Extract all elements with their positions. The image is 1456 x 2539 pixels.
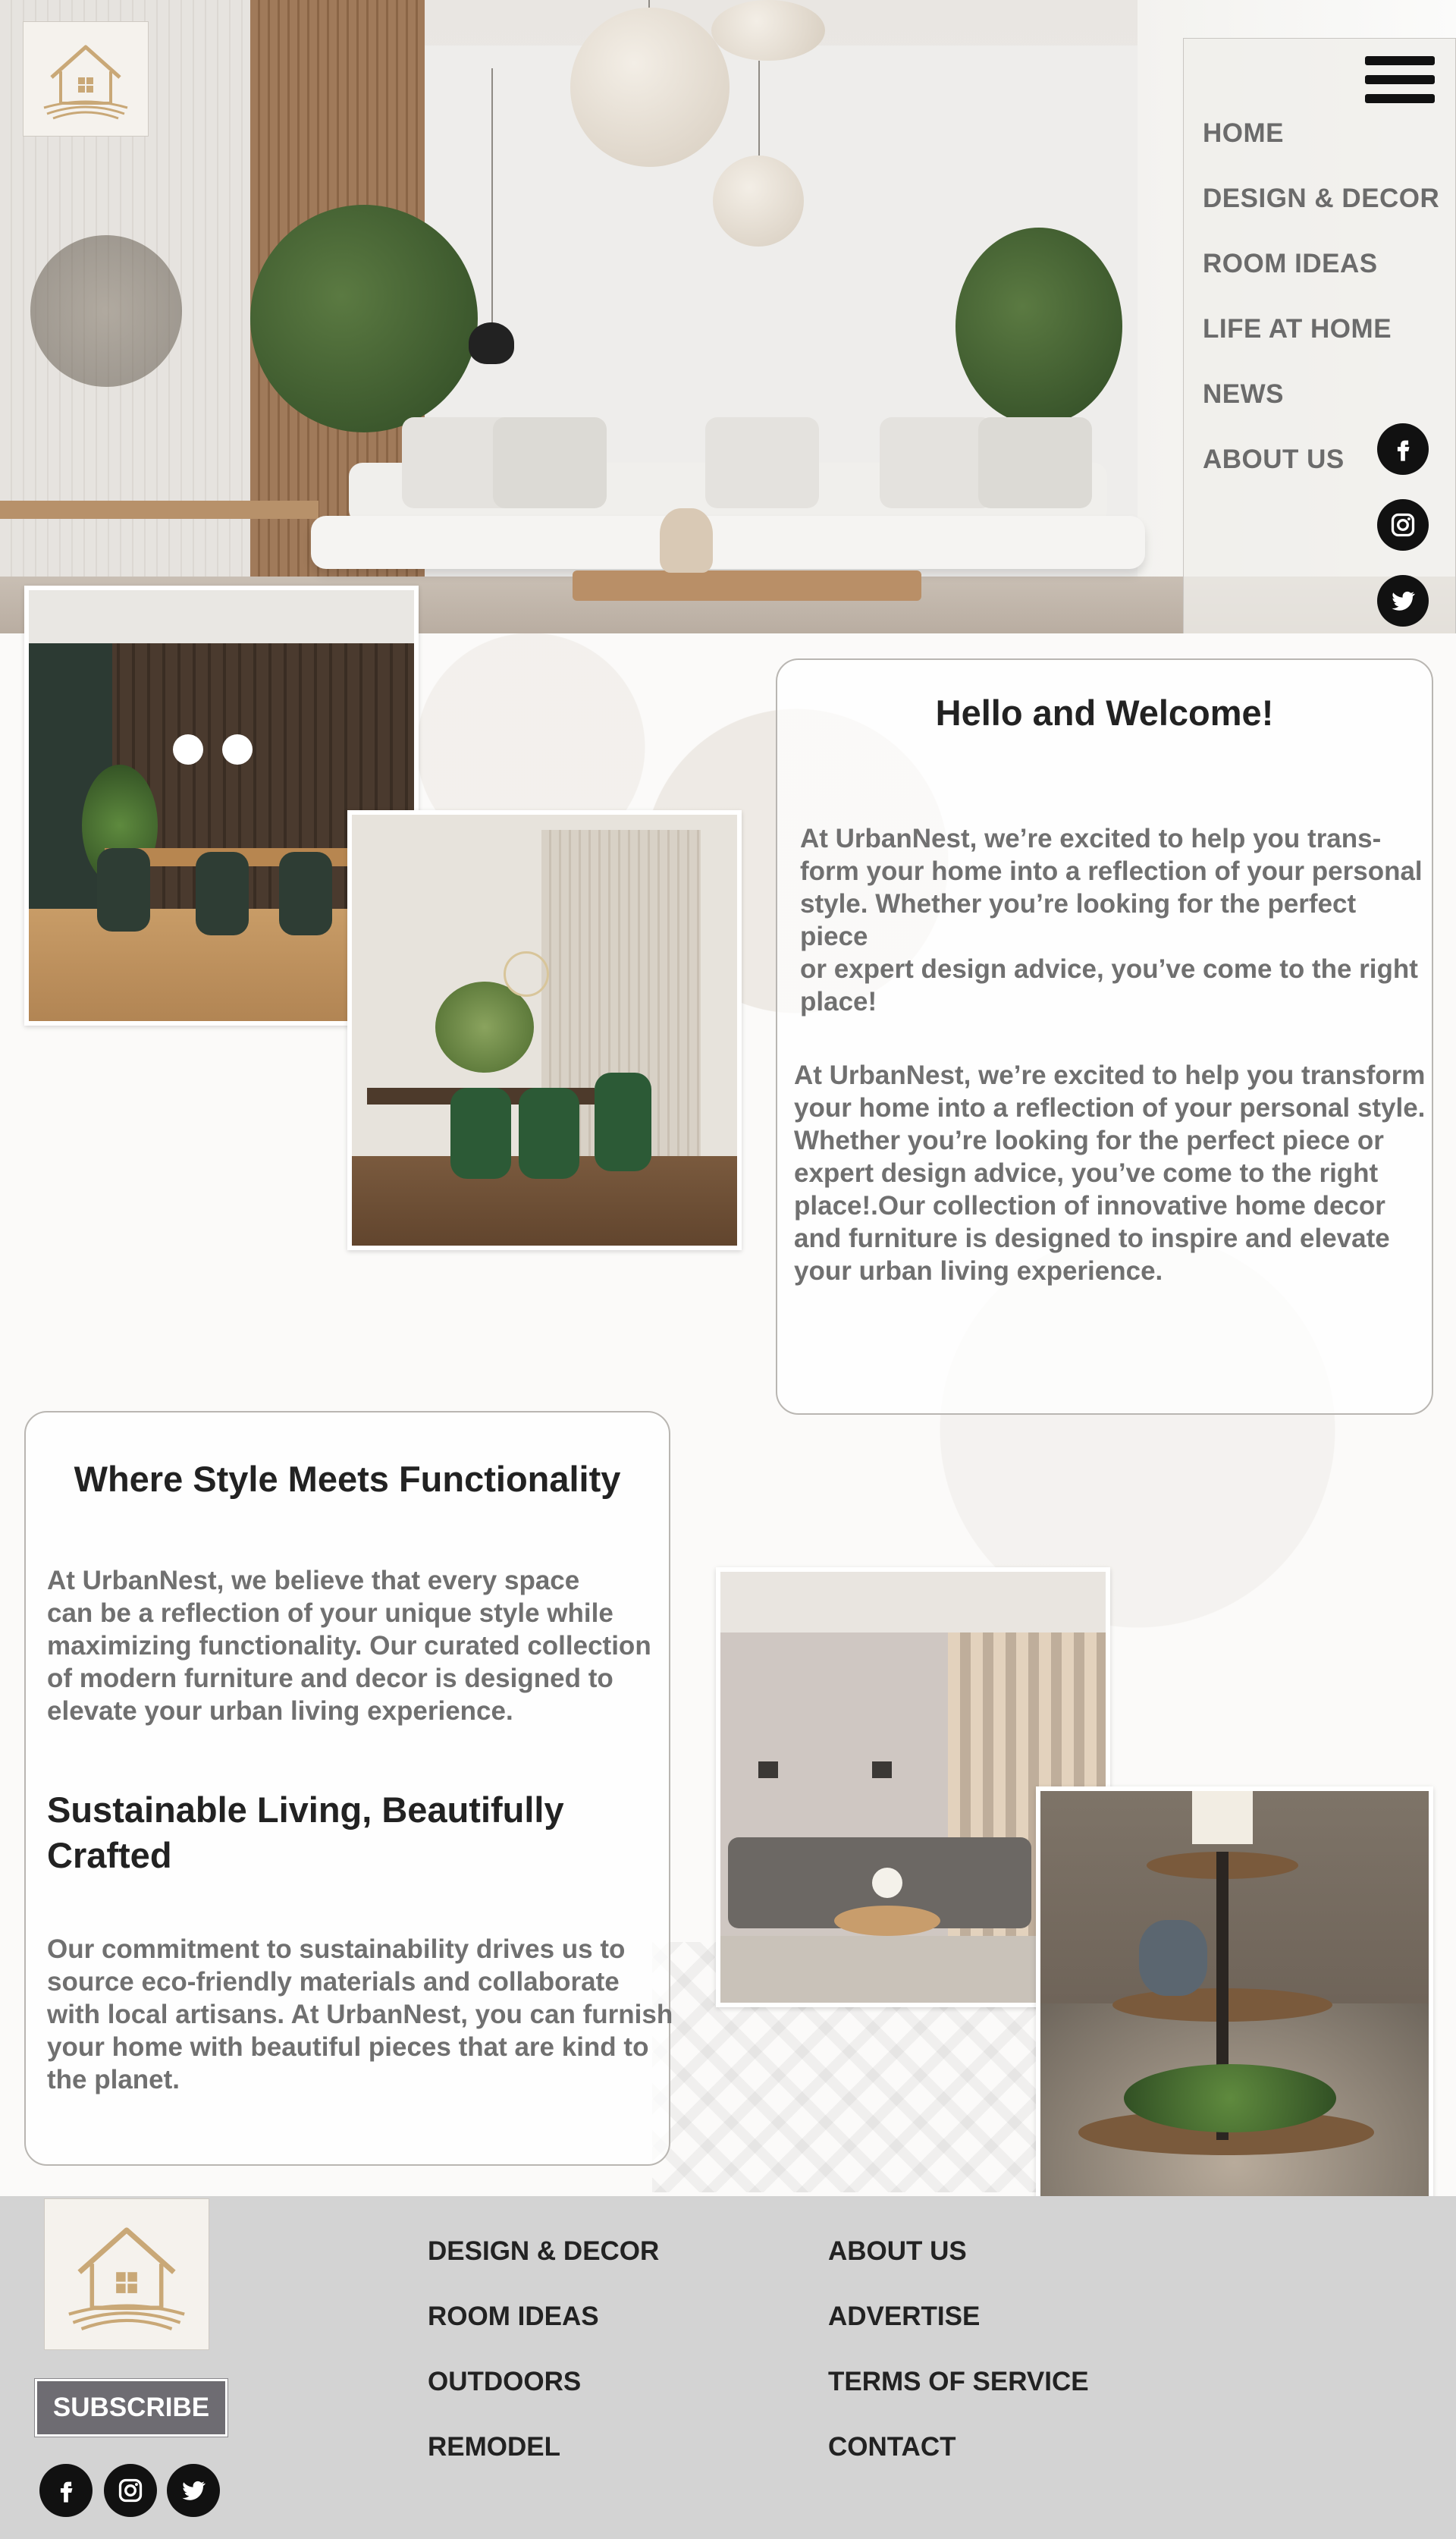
nav-home[interactable]: HOME: [1203, 118, 1284, 149]
sustainable-subtitle: Sustainable Living, Beautifully Crafted: [47, 1790, 564, 1875]
house-nest-logo-icon: [43, 45, 128, 120]
footer-link-design-decor[interactable]: DESIGN & DECOR: [428, 2236, 659, 2267]
welcome-paragraph-1: At UrbanNest, we’re excited to help you …: [800, 824, 1423, 1017]
nav-life-at-home[interactable]: LIFE AT HOME: [1203, 314, 1392, 344]
footer-link-terms-of-service[interactable]: TERMS OF SERVICE: [828, 2367, 1089, 2397]
footer-link-about-us[interactable]: ABOUT US: [828, 2236, 967, 2267]
welcome-title: Hello and Welcome!: [935, 693, 1274, 733]
style-card: Where Style Meets Functionality At Urban…: [24, 1411, 673, 2166]
instagram-icon[interactable]: [1377, 499, 1429, 551]
footer-instagram-icon[interactable]: [104, 2464, 157, 2517]
welcome-paragraph-2: At UrbanNest, we’re excited to help you …: [794, 1061, 1426, 1286]
nav-room-ideas[interactable]: ROOM IDEAS: [1203, 249, 1378, 279]
footer-link-contact[interactable]: CONTACT: [828, 2432, 956, 2462]
style-paragraph-1: At UrbanNest, we believe that every spac…: [47, 1566, 651, 1726]
green-chairs-dining-photo: [347, 810, 742, 1250]
nav-design-decor[interactable]: DESIGN & DECOR: [1203, 184, 1439, 214]
nav-about-us[interactable]: ABOUT US: [1203, 445, 1345, 475]
subscribe-button[interactable]: SUBSCRIBE: [35, 2379, 228, 2437]
nav-news[interactable]: NEWS: [1203, 379, 1284, 410]
footer-link-outdoors[interactable]: OUTDOORS: [428, 2367, 581, 2397]
site-logo[interactable]: [23, 21, 149, 137]
footer-link-advertise[interactable]: ADVERTISE: [828, 2302, 980, 2332]
twitter-icon[interactable]: [1377, 575, 1429, 627]
style-paragraph-2: Our commitment to sustainability drives …: [47, 1934, 673, 2094]
footer-twitter-icon[interactable]: [167, 2464, 220, 2517]
footer-logo[interactable]: [44, 2198, 209, 2350]
footer-link-remodel[interactable]: REMODEL: [428, 2432, 560, 2462]
facebook-icon[interactable]: [1377, 423, 1429, 475]
footer-link-room-ideas[interactable]: ROOM IDEAS: [428, 2302, 599, 2332]
footer-facebook-icon[interactable]: [39, 2464, 93, 2517]
hamburger-menu-icon[interactable]: [1365, 56, 1435, 103]
house-nest-logo-icon: [68, 2227, 185, 2330]
tiered-tray-decor-photo: [1036, 1786, 1433, 2228]
welcome-card: Hello and Welcome! At UrbanNest, we’re e…: [776, 658, 1433, 1415]
style-title: Where Style Meets Functionality: [74, 1459, 621, 1499]
